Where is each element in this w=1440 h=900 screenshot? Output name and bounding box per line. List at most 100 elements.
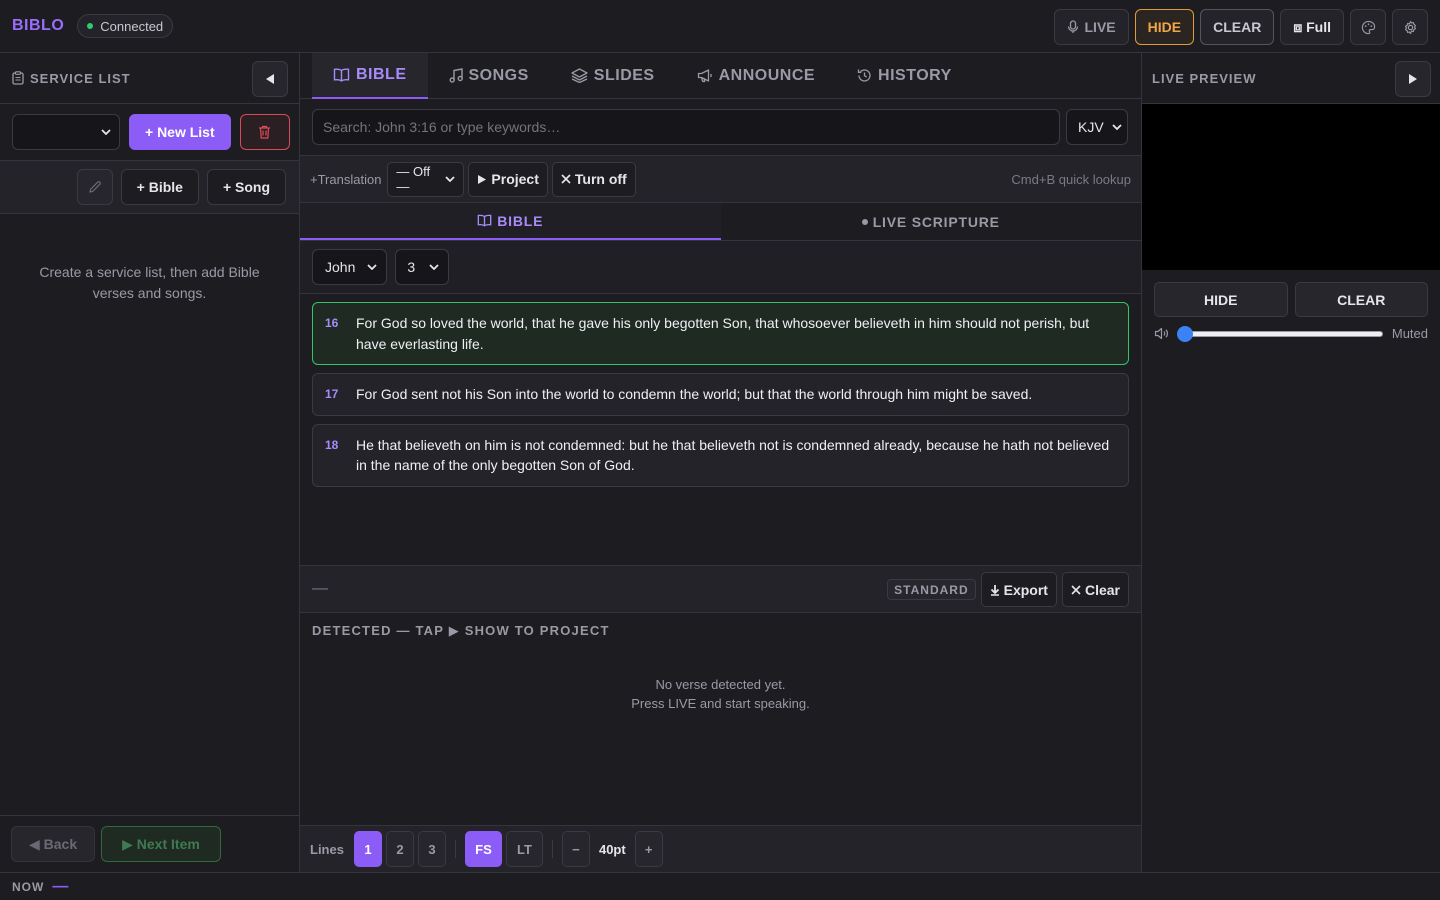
preview-clear-button[interactable]: CLEAR	[1294, 282, 1428, 317]
translation-select[interactable]: KJV	[1066, 109, 1128, 145]
close-icon	[1071, 584, 1081, 595]
lines-label: Lines	[310, 841, 344, 857]
live-preview-title: LIVE PREVIEW	[1152, 70, 1257, 86]
tab-songs[interactable]: SONGS	[428, 53, 550, 98]
clipboard-icon	[12, 71, 24, 85]
status-bar: NOW —	[0, 872, 1440, 900]
triangle-right-icon	[1408, 73, 1418, 85]
live-preview-panel: LIVE PREVIEW HIDE CLEAR Muted	[1141, 53, 1440, 872]
theme-button[interactable]	[1350, 9, 1386, 45]
fullscreen-button[interactable]: ⧈ Full	[1280, 9, 1344, 45]
lines-2-button[interactable]: 2	[385, 831, 414, 867]
music-note-icon	[449, 68, 463, 83]
service-list-select[interactable]	[12, 114, 120, 150]
play-icon	[477, 174, 487, 185]
delete-list-button[interactable]	[239, 114, 290, 150]
verse-number: 18	[325, 437, 339, 452]
history-icon	[857, 68, 872, 83]
decrease-font-button[interactable]: −	[561, 831, 590, 867]
status-dot-icon	[87, 23, 94, 29]
speaker-icon	[1154, 327, 1170, 340]
divider	[551, 840, 553, 858]
layers-icon	[571, 68, 588, 83]
new-list-button[interactable]: + New List	[129, 114, 231, 150]
lower-third-mode-button[interactable]: LT	[505, 831, 543, 867]
app-logo: BIBLO	[12, 17, 65, 34]
next-item-button[interactable]: ▶ Next Item	[101, 826, 221, 862]
now-label: NOW	[12, 879, 45, 894]
volume-slider-handle[interactable]	[1177, 325, 1193, 342]
clear-history-button[interactable]: Clear	[1061, 572, 1129, 607]
verse-item-16[interactable]: 16 For God so loved the world, that he g…	[312, 302, 1129, 365]
service-list-panel: SERVICE LIST + New List + Bible + Song C…	[0, 53, 300, 872]
volume-slider[interactable]	[1177, 325, 1383, 342]
main-tabs: BIBLE SONGS SLIDES ANNOUNCE HISTORY	[300, 53, 1141, 99]
top-bar: BIBLO Connected LIVE HIDE CLEAR ⧈ Full	[0, 0, 1440, 53]
tab-announce[interactable]: ANNOUNCE	[676, 53, 836, 98]
live-preview-screen	[1142, 104, 1440, 270]
triangle-left-icon	[265, 73, 275, 85]
add-bible-button[interactable]: + Bible	[120, 169, 199, 205]
preview-hide-button[interactable]: HIDE	[1154, 282, 1288, 317]
verse-text: He that believeth on him is not condemne…	[356, 436, 1110, 474]
dot-icon	[861, 218, 868, 225]
increase-font-button[interactable]: +	[634, 831, 663, 867]
font-size-value: 40pt	[598, 841, 626, 857]
quick-lookup-hint: Cmd+B quick lookup	[1011, 172, 1131, 187]
collapse-panel-button[interactable]	[252, 61, 288, 97]
service-list-header: SERVICE LIST	[0, 53, 299, 104]
lines-3-button[interactable]: 3	[417, 831, 446, 867]
expand-preview-button[interactable]	[1395, 61, 1431, 97]
lines-1-button[interactable]: 1	[353, 831, 382, 867]
chevron-down-icon	[1112, 124, 1122, 130]
back-button[interactable]: ◀ Back	[11, 826, 96, 862]
turn-off-button[interactable]: Turn off	[551, 161, 636, 197]
verse-item-17[interactable]: 17 For God sent not his Son into the wor…	[312, 373, 1129, 416]
connection-status: Connected	[100, 18, 164, 34]
chevron-down-icon	[101, 129, 111, 135]
detected-title: DETECTED — TAP ▶ SHOW TO PROJECT	[312, 623, 610, 638]
verse-number: 16	[325, 316, 339, 330]
secondary-translation-select[interactable]: — Off —	[387, 161, 465, 197]
live-button[interactable]: LIVE	[1053, 9, 1129, 45]
now-value: —	[52, 877, 69, 895]
service-list-empty-message: Create a service list, then add Bible ve…	[39, 264, 260, 301]
subtab-bible[interactable]: BIBLE	[300, 203, 721, 240]
settings-button[interactable]	[1392, 9, 1428, 45]
export-button[interactable]: Export	[980, 572, 1057, 607]
project-button[interactable]: Project	[468, 161, 548, 197]
subtab-live-scripture[interactable]: LIVE SCRIPTURE	[721, 203, 1142, 240]
main-panel: BIBLE SONGS SLIDES ANNOUNCE HISTORY KJV …	[300, 53, 1141, 872]
translation-label: +Translation	[310, 171, 382, 187]
service-list-title: SERVICE LIST	[30, 70, 131, 86]
clear-output-button[interactable]: CLEAR	[1200, 9, 1275, 45]
chapter-select[interactable]: 3	[395, 249, 450, 285]
verse-number: 17	[325, 387, 339, 401]
connection-badge: Connected	[77, 14, 174, 38]
tab-bible[interactable]: BIBLE	[312, 53, 428, 99]
download-icon	[990, 584, 1000, 596]
verse-item-18[interactable]: 18 He that believeth on him is not conde…	[312, 423, 1129, 487]
fullscreen-mode-button[interactable]: FS	[464, 831, 502, 867]
chevron-down-icon	[429, 264, 439, 270]
display-mode-badge[interactable]: STANDARD	[887, 579, 976, 600]
close-icon	[561, 174, 571, 184]
trash-icon	[258, 125, 271, 139]
pencil-icon	[88, 180, 102, 194]
tab-slides[interactable]: SLIDES	[550, 53, 676, 98]
hide-output-button[interactable]: HIDE	[1134, 9, 1195, 45]
edit-list-button[interactable]	[76, 169, 113, 205]
gear-icon	[1403, 20, 1418, 35]
verse-text: For God sent not his Son into the world …	[356, 386, 1033, 402]
book-icon	[477, 214, 492, 227]
detected-verses-section: DETECTED — TAP ▶ SHOW TO PROJECT No vers…	[300, 613, 1141, 827]
megaphone-icon	[697, 68, 713, 83]
book-select[interactable]: John	[312, 249, 388, 285]
detected-empty-line1: No verse detected yet.	[655, 677, 786, 692]
scripture-search-input[interactable]	[312, 109, 1060, 145]
bible-subtabs: BIBLE LIVE SCRIPTURE	[300, 203, 1141, 241]
current-output: —	[312, 580, 328, 597]
tab-history[interactable]: HISTORY	[836, 53, 973, 98]
add-song-button[interactable]: + Song	[206, 169, 286, 205]
volume-status: Muted	[1391, 326, 1428, 341]
